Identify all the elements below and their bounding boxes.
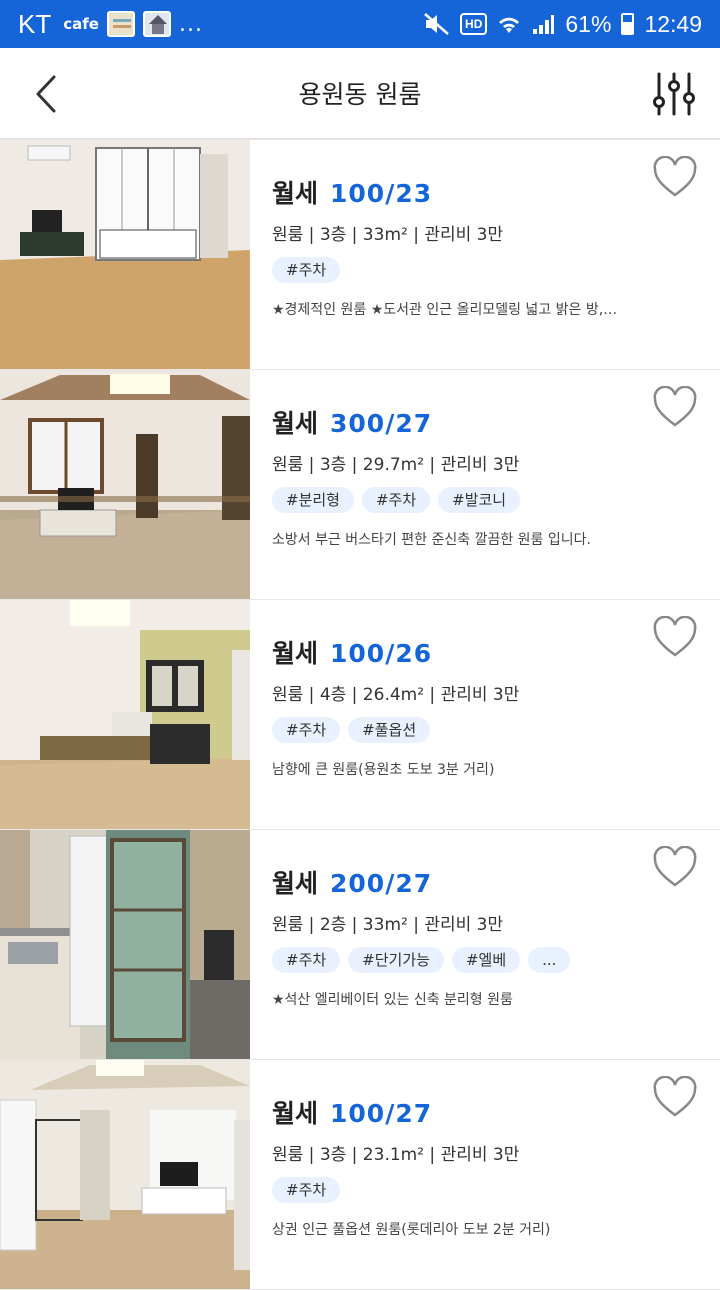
tag-list: #주차 #풀옵션	[272, 717, 720, 743]
room-meta: 원룸 | 3층 | 33m² | 관리비 3만	[272, 225, 504, 245]
tag: #분리형	[272, 487, 354, 513]
listing-card[interactable]: 월세 300/27 원룸 | 3층 | 29.7m² | 관리비 3만 #분리형…	[0, 370, 720, 600]
heart-outline-icon[interactable]	[652, 386, 698, 428]
heart-outline-icon[interactable]	[652, 846, 698, 888]
map-notification-icon	[106, 11, 135, 37]
listing-description: 남향에 큰 원룸(용원초 도보 3분 거리)	[272, 762, 495, 778]
more-tags: ...	[528, 947, 571, 973]
hd-voice-icon: HD	[460, 13, 488, 35]
status-bar: KT cafe ... HD 61% 12:49	[0, 0, 720, 48]
room-meta: 원룸 | 3층 | 29.7m² | 관리비 3만	[272, 455, 520, 475]
tag: #주차	[272, 947, 341, 973]
tag: #단기가능	[348, 947, 444, 973]
tag: #주차	[272, 1177, 341, 1203]
clock: 12:49	[644, 10, 702, 37]
tag-list: #주차 #단기가능 #엘베 ...	[272, 947, 720, 973]
listing-card[interactable]: 월세 100/26 원룸 | 4층 | 26.4m² | 관리비 3만 #주차 …	[0, 600, 720, 830]
price-type: 월세	[272, 639, 319, 668]
price: 100/27	[330, 1099, 433, 1128]
room-meta: 원룸 | 2층 | 33m² | 관리비 3만	[272, 915, 504, 935]
heart-outline-icon[interactable]	[652, 1076, 698, 1118]
signal-icon	[533, 15, 555, 34]
back-button[interactable]	[24, 72, 68, 116]
carrier-label: KT	[18, 8, 52, 39]
tag: #주차	[361, 487, 431, 513]
listing-card[interactable]: 월세 200/27 원룸 | 2층 | 33m² | 관리비 3만 #주차 #단…	[0, 830, 720, 1060]
room-meta: 원룸 | 4층 | 26.4m² | 관리비 3만	[272, 685, 520, 705]
listing-description: ★경제적인 원룸 ★도서관 인근 올리모델링 넓고 밝은 방,…	[272, 302, 618, 318]
listing-info: 월세 100/23 원룸 | 3층 | 33m² | 관리비 3만 #주차 ★경…	[250, 140, 720, 369]
price-type: 월세	[272, 179, 319, 208]
listing-info: 월세 100/27 원룸 | 3층 | 23.1m² | 관리비 3만 #주차 …	[250, 1060, 720, 1289]
listing-info: 월세 200/27 원룸 | 2층 | 33m² | 관리비 3만 #주차 #단…	[250, 830, 720, 1059]
tag-list: #주차	[272, 1177, 720, 1203]
room-meta: 원룸 | 3층 | 23.1m² | 관리비 3만	[272, 1145, 520, 1165]
wifi-icon	[499, 17, 520, 33]
sliders-icon	[653, 72, 695, 116]
listing-description: 소방서 부근 버스타기 편한 준신축 깔끔한 원룸 입니다.	[272, 532, 591, 548]
battery-percent: 61%	[565, 10, 612, 37]
chevron-left-icon	[36, 75, 56, 113]
room-photo	[0, 830, 250, 1059]
heart-outline-icon[interactable]	[652, 156, 698, 198]
tag: #주차	[272, 717, 341, 743]
listing-description: 상권 인근 풀옵션 원룸(롯데리아 도보 2분 거리)	[272, 1222, 551, 1238]
listing-card[interactable]: 월세 100/27 원룸 | 3층 | 23.1m² | 관리비 3만 #주차 …	[0, 1060, 720, 1290]
listing-description: ★석산 엘리베이터 있는 신축 분리형 원룸	[272, 992, 513, 1008]
price-type: 월세	[272, 869, 319, 898]
more-notifications-label: ...	[178, 11, 203, 37]
battery-icon	[621, 13, 635, 35]
listing-card[interactable]: 월세 100/23 원룸 | 3층 | 33m² | 관리비 3만 #주차 ★경…	[0, 140, 720, 370]
tag: #발코니	[438, 487, 521, 513]
listing-info: 월세 300/27 원룸 | 3층 | 29.7m² | 관리비 3만 #분리형…	[250, 370, 720, 599]
tag: #주차	[272, 257, 341, 283]
room-photo	[0, 370, 250, 599]
filter-button[interactable]	[652, 70, 696, 118]
tag-list: #주차	[272, 257, 720, 283]
price: 100/23	[330, 179, 433, 208]
heart-outline-icon[interactable]	[652, 616, 698, 658]
listing-info: 월세 100/26 원룸 | 4층 | 26.4m² | 관리비 3만 #주차 …	[250, 600, 720, 829]
room-photo	[0, 600, 250, 829]
cafe-notification-label: cafe	[63, 15, 99, 33]
mute-icon	[424, 13, 449, 35]
page-title: 용원동 원룸	[298, 80, 422, 109]
listing-list: 월세 100/23 원룸 | 3층 | 33m² | 관리비 3만 #주차 ★경…	[0, 140, 720, 1290]
app-header: 용원동 원룸	[0, 48, 720, 140]
tag: #풀옵션	[348, 717, 431, 743]
house-notification-icon	[142, 11, 171, 37]
room-photo	[0, 140, 250, 369]
price: 300/27	[330, 409, 433, 438]
price: 200/27	[330, 869, 433, 898]
room-photo	[0, 1060, 250, 1289]
price-type: 월세	[272, 1099, 319, 1128]
tag: #엘베	[451, 947, 521, 973]
price: 100/26	[330, 639, 433, 668]
price-type: 월세	[272, 409, 319, 438]
tag-list: #분리형 #주차 #발코니	[272, 487, 720, 513]
